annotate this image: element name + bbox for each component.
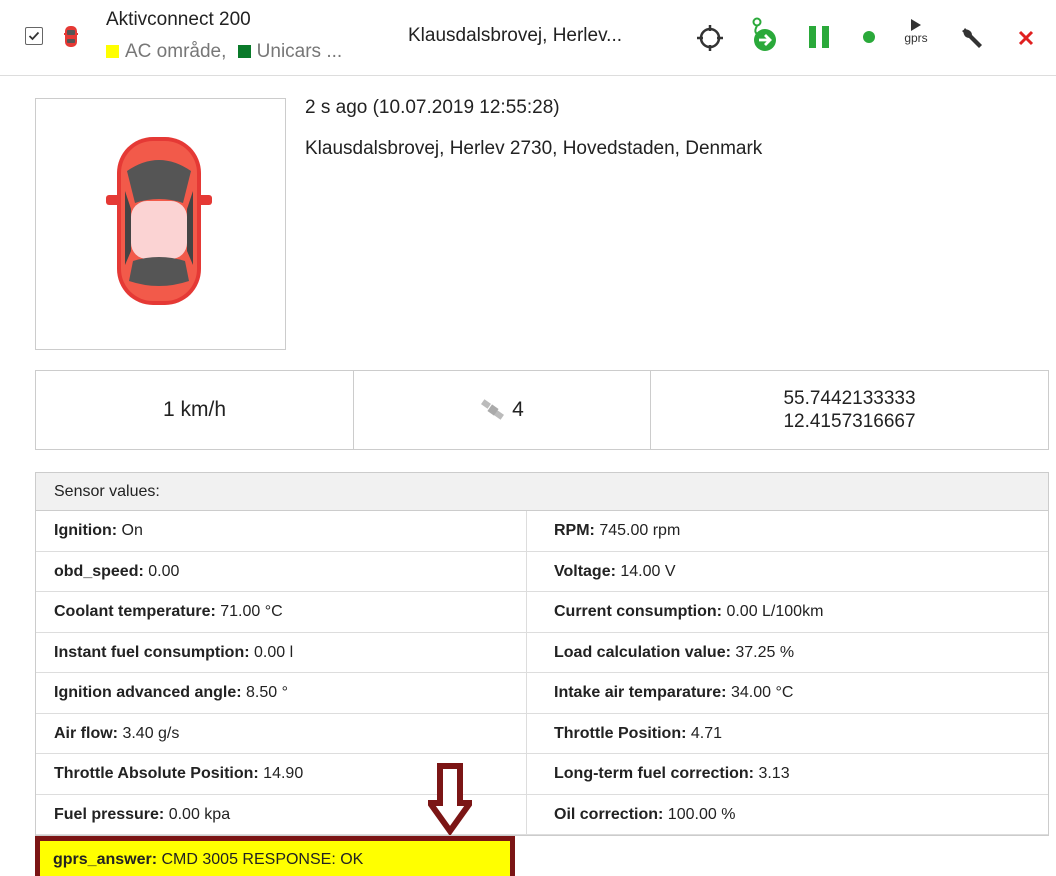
sensor-value: 0.00 <box>143 562 180 580</box>
sensor-key: Coolant temperature: <box>54 603 216 620</box>
sensor-table-title: Sensor values: <box>36 473 1048 511</box>
sensor-key: Instant fuel consumption: <box>54 643 250 661</box>
last-update-time: 2 s ago (10.07.2019 12:55:28) <box>305 97 560 118</box>
sensor-cell: Load calculation value: 37.25 % <box>527 633 1048 673</box>
zone-label: Unicars ... <box>256 41 343 62</box>
sensor-row: Throttle Absolute Position: 14.90 Long-te… <box>36 754 1048 795</box>
satellite-icon <box>481 399 505 420</box>
play-icon <box>911 19 921 31</box>
sensor-value: 37.25 % <box>730 643 795 661</box>
device-name[interactable]: Aktivconnect 200 <box>106 9 251 31</box>
zone-list: AC område, Unicars ... <box>106 41 342 63</box>
sensor-key: Current consumption: <box>554 603 722 620</box>
sensor-value: 14.00 V <box>615 562 676 580</box>
sensor-row: Coolant temperature: 71.00 °C Current con… <box>36 592 1048 633</box>
sensor-cell: Long-term fuel correction: 3.13 <box>527 754 1048 794</box>
checkmark-icon <box>28 31 40 41</box>
follow-route-icon[interactable] <box>748 16 780 54</box>
sensor-key: Oil correction: <box>554 805 664 823</box>
car-icon <box>64 26 78 47</box>
device-checkbox[interactable] <box>25 27 43 45</box>
sensor-value: 8.50 ° <box>241 684 289 701</box>
satellites-cell: 4 <box>354 371 651 449</box>
sensor-cell: Intake air temparature: 34.00 °C <box>527 673 1048 713</box>
gprs-answer-key: gprs_answer: <box>53 851 158 868</box>
sensor-key: Throttle Absolute Position: <box>54 765 259 782</box>
sensor-row: Instant fuel consumption: 0.00 l Load cal… <box>36 632 1048 673</box>
sensor-value: 71.00 °C <box>215 603 283 620</box>
sensor-key: Throttle Position: <box>554 724 687 742</box>
sensor-cell: Ignition: On <box>36 511 527 551</box>
device-image-box <box>35 98 286 350</box>
gprs-command-icon[interactable]: gprs <box>901 18 931 58</box>
sensor-table: Sensor values: Ignition: On RPM: 745.00 r… <box>35 472 1049 836</box>
sensor-value: 34.00 °C <box>726 684 794 701</box>
zone-color-yellow <box>106 45 119 58</box>
sensor-value: 0.00 kpa <box>164 805 231 823</box>
sensor-cell: Current consumption: 0.00 L/100km <box>527 592 1048 632</box>
sensor-value: 14.90 <box>258 765 304 782</box>
zone-label: AC område, <box>125 41 227 62</box>
sensor-key: Voltage: <box>554 562 616 580</box>
coordinates-cell: 55.7442133333 12.4157316667 <box>651 371 1048 449</box>
sensor-value: 0.00 L/100km <box>722 603 824 620</box>
gprs-answer-value: CMD 3005 RESPONSE: OK <box>157 851 364 868</box>
sensor-key: obd_speed: <box>54 562 144 580</box>
sensor-cell: Oil correction: 100.00 % <box>527 795 1048 835</box>
status-dot-icon <box>863 31 875 43</box>
sensor-cell: RPM: 745.00 rpm <box>527 511 1048 551</box>
sensor-key: Fuel pressure: <box>54 805 165 823</box>
down-arrow-annotation-icon <box>428 763 472 835</box>
wrench-icon[interactable] <box>960 26 984 50</box>
sensor-value: On <box>117 522 143 539</box>
sensor-cell: Coolant temperature: 71.00 °C <box>36 592 527 632</box>
device-header: Aktivconnect 200 AC område, Unicars ... … <box>0 0 1056 76</box>
sensor-cell: Voltage: 14.00 V <box>527 552 1048 592</box>
sensor-key: Ignition advanced angle: <box>54 684 242 701</box>
sensor-row: Fuel pressure: 0.00 kpa Oil correction: 1… <box>36 794 1048 835</box>
address-short: Klausdalsbrovej, Herlev... <box>408 25 623 46</box>
satellite-count: 4 <box>512 398 524 421</box>
sensor-key: Load calculation value: <box>554 643 731 661</box>
gprs-label: gprs <box>904 31 928 45</box>
sensor-row: obd_speed: 0.00 Voltage: 14.00 V <box>36 551 1048 592</box>
sensor-value: 3.40 g/s <box>118 724 180 742</box>
car-top-view-image <box>106 137 212 305</box>
sensor-value: 100.00 % <box>663 805 736 823</box>
sensor-rows: Ignition: On RPM: 745.00 rpm obd_speed: 0.… <box>36 511 1048 835</box>
zone-color-green <box>237 45 251 58</box>
pause-icon[interactable] <box>807 25 831 49</box>
latitude-value: 55.7442133333 <box>783 388 916 409</box>
sensor-cell: Instant fuel consumption: 0.00 l <box>36 632 527 672</box>
sensor-value: 0.00 l <box>249 643 294 661</box>
gprs-answer-highlight: gprs_answer: CMD 3005 RESPONSE: OK <box>35 836 515 876</box>
sensor-key: Air flow: <box>54 724 118 742</box>
full-address: Klausdalsbrovej, Herlev 2730, Hovedstade… <box>305 138 763 159</box>
sensor-cell: Air flow: 3.40 g/s <box>36 713 527 753</box>
sensor-key: RPM: <box>554 522 595 539</box>
sensor-cell: Ignition advanced angle: 8.50 ° <box>36 673 527 713</box>
sensor-key: Ignition: <box>54 522 118 539</box>
sensor-cell: obd_speed: 0.00 <box>36 551 527 591</box>
sensor-key: Intake air temparature: <box>554 684 727 701</box>
stats-table: 1 km/h 4 55.7442133333 12.4157316667 <box>35 370 1049 450</box>
sensor-row: Air flow: 3.40 g/s Throttle Position: 4.7… <box>36 713 1048 754</box>
sensor-key: Long-term fuel correction: <box>554 765 755 782</box>
longitude-value: 12.4157316667 <box>783 411 916 432</box>
sensor-row: Ignition: On RPM: 745.00 rpm <box>36 511 1048 552</box>
speed-value: 1 km/h <box>36 371 354 449</box>
sensor-value: 4.71 <box>686 724 723 742</box>
locate-icon[interactable] <box>696 24 724 52</box>
sensor-value: 3.13 <box>754 765 790 782</box>
sensor-cell: Throttle Position: 4.71 <box>527 714 1048 754</box>
sensor-row: Ignition advanced angle: 8.50 ° Intake ai… <box>36 673 1048 714</box>
sensor-value: 745.00 rpm <box>594 522 681 539</box>
close-icon[interactable] <box>1017 29 1035 47</box>
